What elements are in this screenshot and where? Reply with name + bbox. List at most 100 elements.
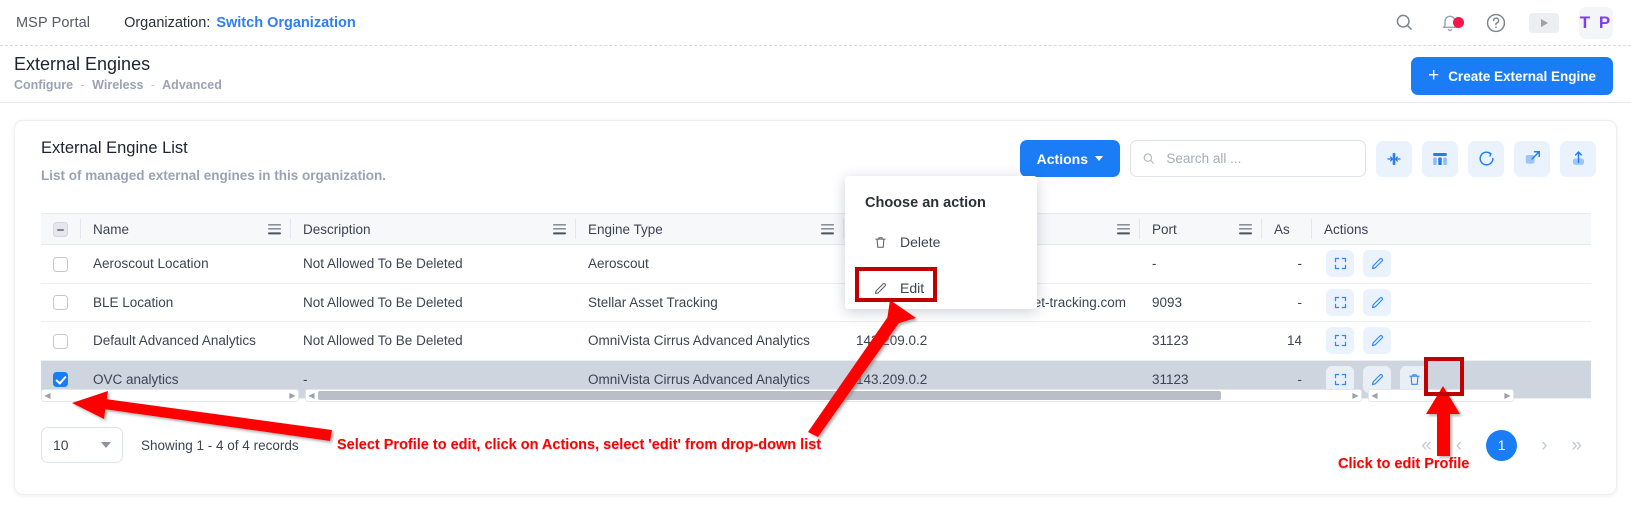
scroll-left-arrow[interactable]: ◀: [42, 390, 53, 401]
search-box[interactable]: [1130, 140, 1366, 177]
fit-columns-icon[interactable]: [1376, 141, 1412, 177]
column-chooser-icon[interactable]: [1422, 141, 1458, 177]
search-icon[interactable]: [1391, 10, 1417, 36]
scrollbar-thumb[interactable]: [318, 391, 1221, 400]
breadcrumb-item-configure[interactable]: Configure: [14, 78, 73, 92]
expand-row-icon[interactable]: [1326, 250, 1354, 277]
scroll-left-arrow[interactable]: ◀: [306, 390, 317, 401]
organization-label: Organization:: [124, 15, 210, 31]
scroll-right-arrow[interactable]: ▶: [1502, 390, 1513, 401]
pagination-first[interactable]: «: [1421, 436, 1432, 455]
top-navigation-bar: MSP Portal Organization: Switch Organiza…: [0, 0, 1631, 46]
page-header: External Engines Configure - Wireless - …: [0, 46, 1631, 103]
pencil-icon: [873, 281, 888, 296]
video-play-icon[interactable]: [1529, 13, 1559, 33]
dropdown-item-delete[interactable]: Delete: [845, 227, 1037, 257]
search-input[interactable]: [1164, 150, 1354, 167]
refresh-icon[interactable]: [1468, 141, 1504, 177]
scroll-right-arrow[interactable]: ▶: [1350, 390, 1361, 401]
actions-dropdown-menu: Choose an action Delete Edit: [845, 176, 1037, 309]
scroll-left-arrow[interactable]: ◀: [1369, 390, 1380, 401]
select-all-checkbox[interactable]: [53, 222, 68, 237]
select-all-header: [41, 214, 81, 245]
row-checkbox[interactable]: [53, 257, 68, 272]
scrollbar-left-pane[interactable]: ◀ ▶: [41, 389, 299, 402]
pagination-prev[interactable]: ‹: [1456, 436, 1462, 455]
cell-engine-type: Aeroscout: [576, 245, 844, 284]
cell-as: -: [1262, 283, 1312, 322]
scrollbar-right-pane[interactable]: ◀ ▶: [1368, 389, 1514, 402]
table-header-row: Name Description Engine Type: [41, 214, 1591, 245]
upload-glyph: [1569, 149, 1588, 168]
cell-engine-type: Stellar Asset Tracking: [576, 283, 844, 322]
dropdown-item-edit-label: Edit: [900, 280, 924, 296]
breadcrumb-item-wireless[interactable]: Wireless: [92, 78, 143, 92]
scrollbar-center-pane[interactable]: ◀ ▶: [305, 389, 1362, 402]
row-checkbox[interactable]: [53, 372, 68, 387]
cell-actions: [1312, 322, 1591, 361]
column-menu-icon[interactable]: [1239, 221, 1252, 236]
actions-button[interactable]: Actions: [1020, 140, 1120, 177]
row-select-cell: [41, 283, 81, 322]
engines-table-container: Name Description Engine Type: [41, 213, 1591, 399]
columns-glyph: [1431, 150, 1449, 168]
breadcrumb: Configure - Wireless - Advanced: [14, 78, 222, 92]
row-select-cell: [41, 322, 81, 361]
table-header: Name Description Engine Type: [41, 214, 1591, 245]
records-summary: Showing 1 - 4 of 4 records: [141, 438, 299, 453]
plus-icon: +: [1428, 66, 1439, 85]
cell-name: BLE Location: [81, 283, 291, 322]
pagination-last[interactable]: »: [1571, 436, 1582, 455]
table-row[interactable]: Default Advanced Analytics Not Allowed T…: [41, 322, 1591, 361]
row-checkbox[interactable]: [53, 295, 68, 310]
column-menu-icon[interactable]: [1117, 221, 1130, 236]
cell-port: 9093: [1140, 283, 1262, 322]
create-external-engine-button[interactable]: + Create External Engine: [1411, 57, 1613, 95]
cell-description: Not Allowed To Be Deleted: [291, 283, 576, 322]
table-toolbar: Actions: [1020, 140, 1596, 177]
column-menu-icon[interactable]: [268, 221, 281, 236]
edit-row-icon[interactable]: [1363, 289, 1391, 316]
row-checkbox[interactable]: [53, 334, 68, 349]
column-menu-icon[interactable]: [821, 221, 834, 236]
column-menu-icon[interactable]: [553, 221, 566, 236]
expand-glyph: [1523, 149, 1542, 168]
cell-actions: [1312, 245, 1591, 284]
column-header-engine-type[interactable]: Engine Type: [576, 214, 844, 245]
table-row[interactable]: BLE Location Not Allowed To Be Deleted S…: [41, 283, 1591, 322]
actions-button-label: Actions: [1037, 151, 1088, 167]
horizontal-scrollbars: ◀ ▶ ◀ ▶ ◀ ▶: [41, 389, 1514, 402]
expand-row-icon[interactable]: [1326, 327, 1354, 354]
help-icon[interactable]: [1483, 10, 1509, 36]
expand-icon[interactable]: [1514, 141, 1550, 177]
edit-row-icon[interactable]: [1363, 327, 1391, 354]
pagination-next[interactable]: ›: [1541, 436, 1547, 455]
breadcrumb-item-advanced[interactable]: Advanced: [162, 78, 222, 92]
cell-engine-type: OmniVista Cirrus Advanced Analytics: [576, 322, 844, 361]
chevron-down-icon: [101, 442, 111, 448]
column-header-as[interactable]: As: [1262, 214, 1312, 245]
column-header-description[interactable]: Description: [291, 214, 576, 245]
cell-description: Not Allowed To Be Deleted: [291, 245, 576, 284]
create-external-engine-label: Create External Engine: [1448, 69, 1596, 84]
dropdown-item-edit[interactable]: Edit: [845, 273, 1037, 303]
top-bar-actions: T P: [1391, 7, 1613, 39]
chevron-down-icon: [1095, 156, 1103, 161]
cell-name: Default Advanced Analytics: [81, 322, 291, 361]
notification-bell-icon[interactable]: [1437, 10, 1463, 36]
pagination-page-1[interactable]: 1: [1486, 430, 1517, 461]
switch-organization-link[interactable]: Switch Organization: [216, 15, 355, 31]
page-size-select[interactable]: 10: [41, 427, 123, 463]
column-header-as-label: As: [1274, 222, 1290, 237]
dropdown-item-delete-label: Delete: [900, 234, 940, 250]
scroll-right-arrow[interactable]: ▶: [287, 390, 298, 401]
expand-row-icon[interactable]: [1326, 289, 1354, 316]
edit-row-icon[interactable]: [1363, 250, 1391, 277]
cell-name: Aeroscout Location: [81, 245, 291, 284]
annotation-instruction: Select Profile to edit, click on Actions…: [337, 437, 821, 453]
upload-icon[interactable]: [1560, 141, 1596, 177]
table-row[interactable]: Aeroscout Location Not Allowed To Be Del…: [41, 245, 1591, 284]
column-header-port[interactable]: Port: [1140, 214, 1262, 245]
column-header-name[interactable]: Name: [81, 214, 291, 245]
avatar[interactable]: T P: [1579, 7, 1613, 39]
